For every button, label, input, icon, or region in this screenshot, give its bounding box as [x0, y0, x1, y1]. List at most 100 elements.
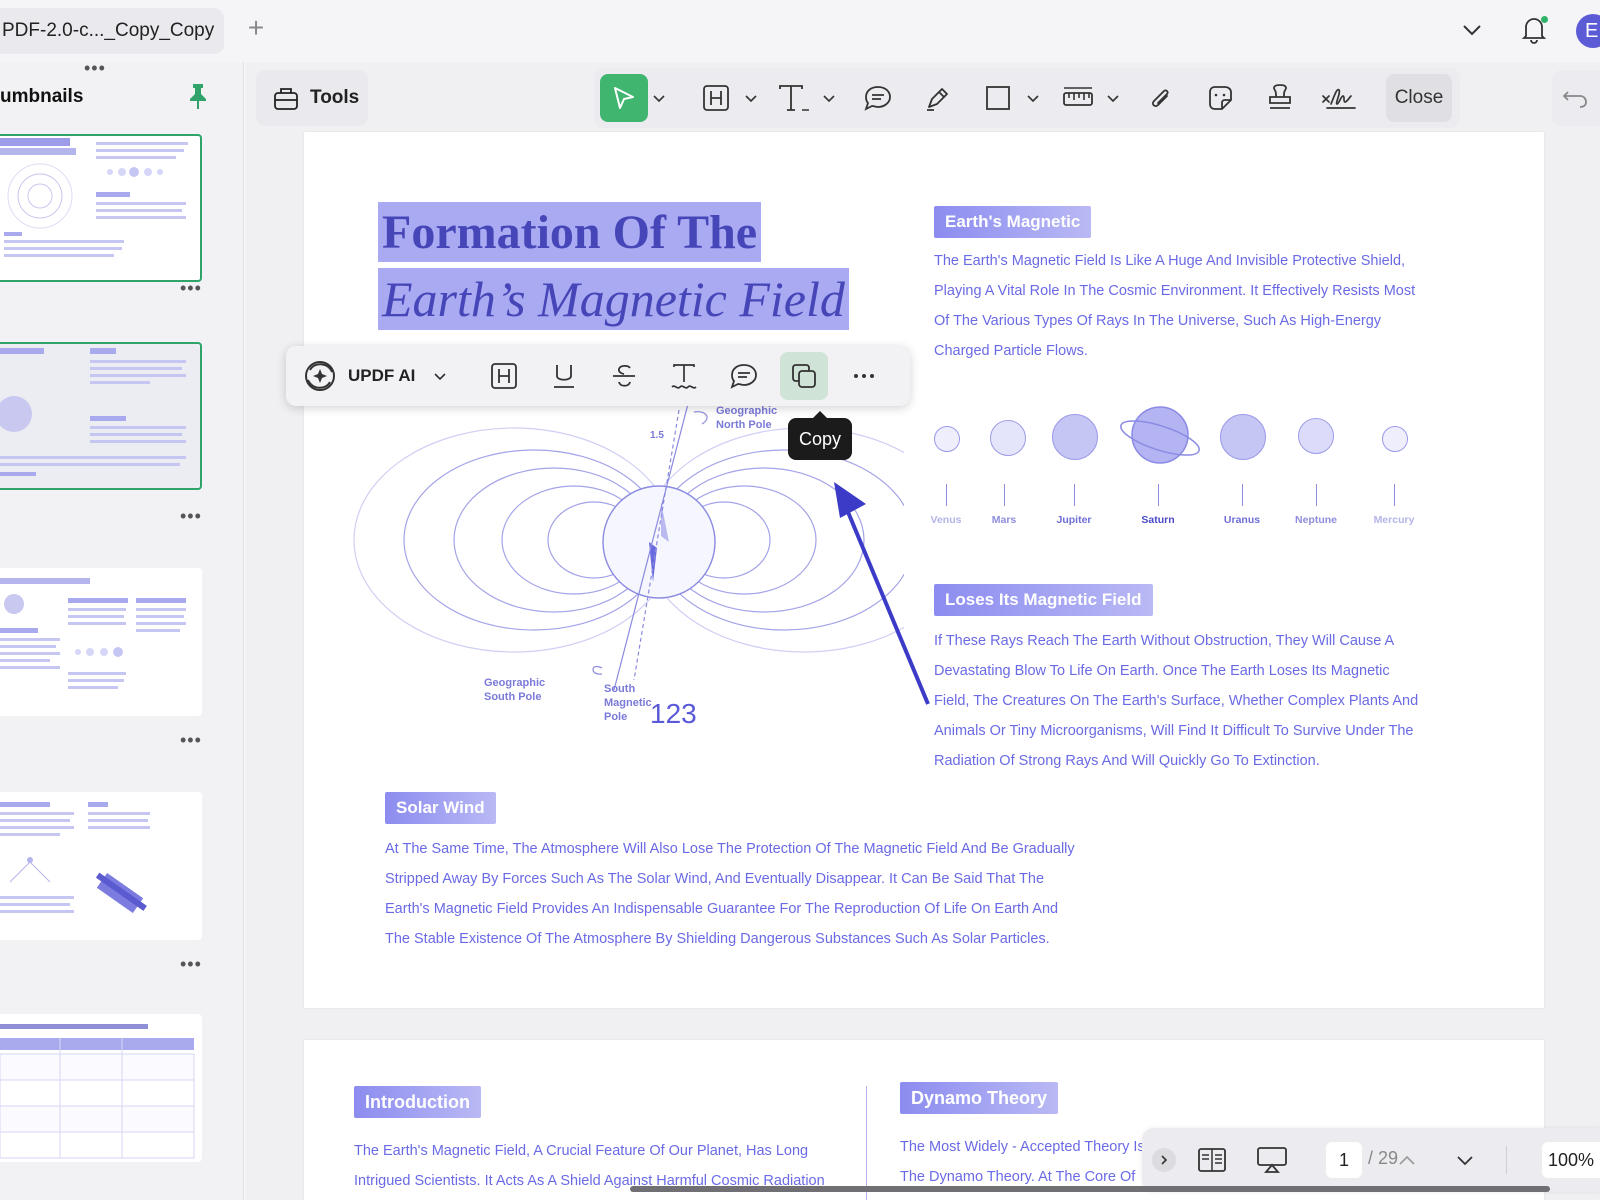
paragraph-line: Earth's Magnetic Field Provides An Indis… — [385, 901, 1059, 917]
paragraph-line: Animals Or Tiny Microorganisms, Will Fin… — [934, 723, 1414, 739]
toolbox-icon — [274, 88, 298, 110]
tools-button[interactable]: Tools — [256, 70, 368, 126]
text-selection-menu: UPDF AI — [286, 346, 910, 406]
thumbnail-more-button[interactable]: ••• — [180, 506, 202, 527]
notification-dot — [1541, 16, 1548, 23]
highlight-tool-button[interactable] — [692, 74, 740, 122]
annotation-text[interactable]: 123 — [650, 698, 697, 730]
expand-nav-button[interactable] — [1152, 1148, 1176, 1172]
thumbnail-more-button[interactable]: ••• — [180, 730, 202, 751]
page-thumbnail-3[interactable] — [0, 568, 202, 716]
chevron-down-icon[interactable] — [432, 368, 448, 384]
section-paragraph-dynamo-theory: The Most Widely - Accepted Theory Is The… — [900, 1132, 1160, 1192]
add-tab-icon[interactable]: + — [244, 14, 268, 42]
more-options-button[interactable] — [840, 352, 888, 400]
section-heading-loses-magnetic-field: Loses Its Magnetic Field — [934, 584, 1153, 616]
highlight-text-button[interactable] — [480, 352, 528, 400]
paragraph-line: The Earth's Magnetic Field, A Crucial Fe… — [354, 1143, 809, 1159]
paragraph-line: The Most Widely - Accepted Theory Is — [900, 1139, 1145, 1155]
planet-saturn-icon — [1120, 406, 1200, 464]
presentation-icon — [1257, 1147, 1287, 1173]
page-layout-button[interactable] — [1192, 1140, 1232, 1180]
chevron-down-icon[interactable] — [1026, 91, 1040, 105]
thumbnail-preview — [0, 138, 188, 257]
page-thumbnail-5[interactable] — [0, 1014, 202, 1162]
thumbnail-preview — [0, 348, 186, 476]
paragraph-line: Playing A Vital Role In The Cosmic Envir… — [934, 283, 1416, 299]
section-paragraph-loses-magnetic-field: If These Rays Reach The Earth Without Ob… — [934, 626, 1454, 776]
avatar[interactable]: E — [1576, 14, 1600, 48]
planet-label-mars: Mars — [991, 514, 1017, 526]
planet-label-jupiter: Jupiter — [1056, 514, 1092, 526]
page-title-line-2[interactable]: Earth’s Magnetic Field — [378, 268, 849, 330]
thumbnail-more-button[interactable]: ••• — [180, 278, 202, 299]
diagram-label-line: Magnetic — [604, 697, 652, 709]
pen-tool-button[interactable] — [914, 74, 962, 122]
thumbnail-more-button[interactable]: ••• — [180, 954, 202, 975]
pin-icon[interactable] — [186, 82, 210, 110]
section-heading-solar-wind: Solar Wind — [385, 792, 496, 824]
underline-text-button[interactable] — [540, 352, 588, 400]
document-tab[interactable]: PDF-2.0-c..._Copy_Copy — [0, 8, 224, 54]
chevron-down-icon[interactable] — [1460, 18, 1484, 42]
page-thumbnail-4[interactable] — [0, 792, 202, 940]
copy-text-button[interactable] — [780, 352, 828, 400]
chevron-down-icon[interactable] — [822, 91, 836, 105]
page-thumbnail-2[interactable] — [0, 342, 202, 490]
close-toolbar-button[interactable]: Close — [1386, 74, 1452, 122]
avatar-initial: E — [1585, 20, 1599, 42]
section-heading-dynamo-theory: Dynamo Theory — [900, 1082, 1059, 1114]
chevron-down-icon[interactable] — [1106, 91, 1120, 105]
planet-tick — [1316, 484, 1317, 506]
column-divider — [866, 1086, 867, 1200]
chevron-down-icon[interactable] — [744, 91, 758, 105]
planet-jupiter-icon — [1052, 414, 1098, 460]
sticker-tool-button[interactable] — [1196, 74, 1244, 122]
select-tool-button[interactable] — [600, 74, 648, 122]
page-navigation-bar: 1 / 29 100% — [1142, 1128, 1600, 1192]
thumbnail-panel: ••• umbnails ••• ••• ••• ••• — [0, 58, 244, 1200]
paperclip-icon — [1152, 89, 1169, 107]
comment-text-button[interactable] — [720, 352, 768, 400]
ai-assistant-icon — [305, 361, 335, 391]
stamp-tool-button[interactable] — [1256, 74, 1304, 122]
planet-label-neptune: Neptune — [1295, 514, 1337, 526]
squiggly-text-button[interactable] — [660, 352, 708, 400]
planet-neptune-icon — [1298, 418, 1334, 454]
page-title-line-1[interactable]: Formation Of The — [378, 202, 762, 262]
signature-tool-button[interactable] — [1316, 74, 1364, 122]
arrow-annotation[interactable] — [824, 482, 934, 712]
diagram-label-south-magnetic-pole: South Magnetic Pole — [604, 682, 652, 724]
updf-ai-button[interactable]: UPDF AI — [286, 358, 415, 394]
diagram-label-line: Geographic — [716, 405, 778, 417]
diagram-label-line: South — [604, 683, 636, 695]
previous-page-button[interactable] — [1392, 1140, 1422, 1180]
strikethrough-icon — [613, 364, 635, 387]
diagram-label-north-pole: Geographic North Pole — [716, 404, 777, 432]
planet-mars-icon — [990, 420, 1026, 456]
text-tool-button[interactable] — [770, 74, 818, 122]
next-page-button[interactable] — [1450, 1140, 1480, 1180]
presentation-button[interactable] — [1252, 1140, 1292, 1180]
pen-icon — [927, 88, 948, 111]
attachment-tool-button[interactable] — [1136, 74, 1184, 122]
squiggly-underline-icon — [671, 364, 697, 389]
pdf-page-1[interactable]: Formation Of The Earth’s Magnetic Field … — [304, 132, 1544, 1008]
comment-tool-button[interactable] — [854, 74, 902, 122]
text-icon — [779, 85, 809, 111]
chevron-down-icon[interactable] — [652, 91, 666, 105]
measure-tool-button[interactable] — [1054, 74, 1102, 122]
planet-tick — [946, 484, 947, 506]
shape-tool-button[interactable] — [974, 74, 1022, 122]
panel-drag-handle[interactable]: ••• — [84, 58, 106, 79]
horizontal-scrollbar[interactable] — [630, 1186, 1550, 1192]
zoom-level-input[interactable]: 100% — [1542, 1142, 1600, 1178]
section-paragraph-solar-wind: At The Same Time, The Atmosphere Will Al… — [385, 834, 1145, 954]
undo-button[interactable] — [1552, 70, 1600, 126]
page-thumbnail-1[interactable] — [0, 134, 202, 282]
strikethrough-text-button[interactable] — [600, 352, 648, 400]
chevron-right-icon — [1161, 1155, 1168, 1165]
paragraph-line: Devastating Blow To Life On Earth. Once … — [934, 663, 1390, 679]
current-page-input[interactable]: 1 — [1326, 1142, 1362, 1178]
highlight-icon — [703, 85, 729, 111]
